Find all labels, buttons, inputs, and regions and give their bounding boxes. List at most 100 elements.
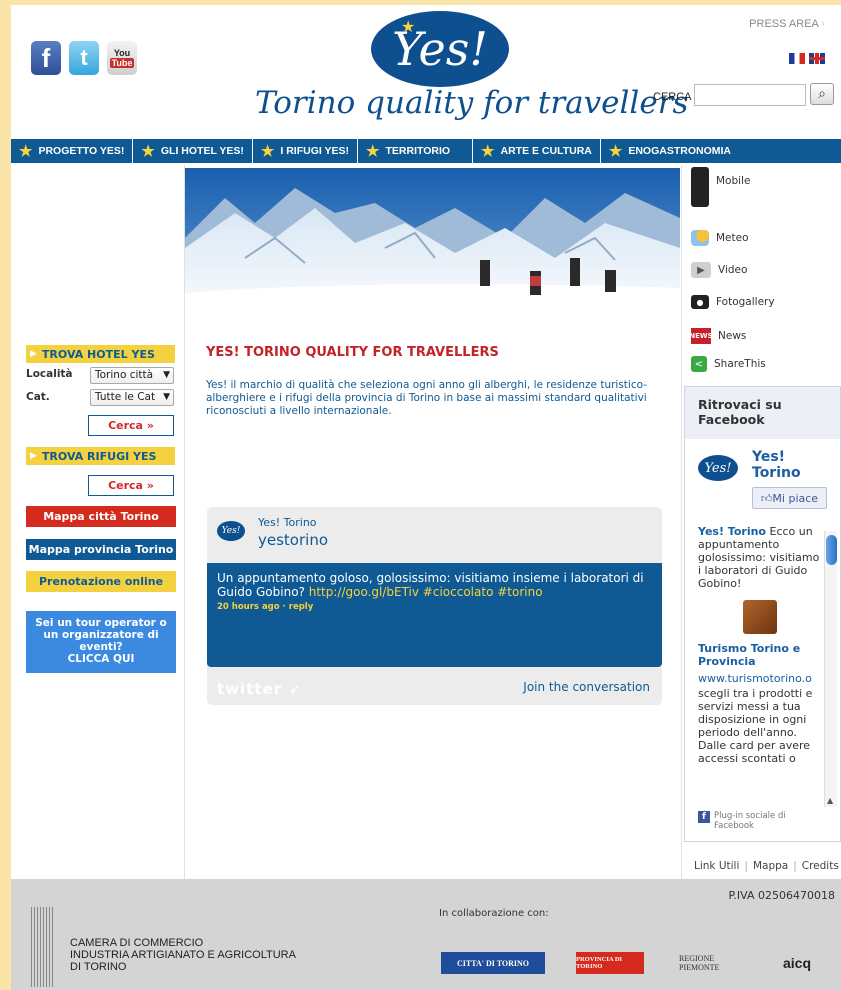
facebook-avatar[interactable]: Yes! [698,455,738,481]
localita-label: Località [26,368,73,380]
intro-text: Yes! il marchio di qualità che seleziona… [206,379,648,417]
tweet-meta[interactable]: 20 hours ago · reply [217,600,652,614]
press-area-link[interactable]: PRESS AREA › [749,18,825,30]
arrow-right-icon: ▶ [30,451,37,461]
uk-flag-icon[interactable] [809,53,825,64]
cerca-hotel-button[interactable]: Cerca » [88,415,174,436]
meteo-link[interactable]: Meteo [691,230,749,246]
search-button[interactable]: ⌕ [810,83,834,105]
twitter-name[interactable]: Yes! Torino [258,516,317,529]
search-input[interactable] [694,84,806,106]
post-author[interactable]: Yes! Torino [698,525,766,538]
fotogallery-link[interactable]: ● Fotogallery [691,295,775,309]
twitter-avatar[interactable]: Yes! [217,521,245,541]
facebook-page-name[interactable]: Yes! Torino [752,449,832,481]
twitter-icon[interactable]: t [69,41,99,75]
phone-icon [691,167,709,207]
post-url[interactable]: www.turismotorino.o [698,672,821,685]
french-flag-icon[interactable] [789,53,805,64]
camera-line: INDUSTRIA ARTIGIANATO E AGRICOLTURA [70,949,296,961]
mappa-provincia-button[interactable]: Mappa provincia Torino [26,539,176,560]
nav-label: I RIFUGI YES! [280,145,350,157]
facebook-widget-title: Ritrovaci su Facebook [685,387,840,439]
twitter-handle[interactable]: yestorino [258,531,328,549]
youtube-glyph-top: You [113,48,131,58]
collaboration-label: In collaborazione con: [439,908,549,919]
provincia-torino-logo[interactable]: PROVINCIA DI TORINO [576,952,644,974]
cat-label: Cat. [26,391,50,403]
post-title[interactable]: Turismo Torino e Provincia [698,642,821,668]
tweet-link[interactable]: http://goo.gl/bETiv #cioccolato #torino [309,585,543,599]
nav-progetto-yes[interactable]: ★ PROGETTO YES! [11,139,134,163]
cat-value: Tutte le Cat [95,391,156,403]
mappa-citta-button[interactable]: Mappa città Torino [26,506,176,527]
post-text: scegli tra i prodotti e servizi messi a … [698,687,813,765]
nav-i-rifugi-yes[interactable]: ★ I RIFUGI YES! [253,139,359,163]
youtube-icon[interactable]: You Tube [107,41,137,75]
facebook-small-icon: f [698,811,710,823]
link-utili[interactable]: Link Utili [694,860,739,872]
like-label: Mi piace [772,491,819,505]
sharethis-link[interactable]: < ShareThis [691,356,766,372]
trova-hotel-title: TROVA HOTEL YES [41,347,155,361]
cat-select[interactable]: Tutte le Cat ▼ [90,389,174,406]
twitter-glyph: t [80,45,88,70]
nav-gli-hotel-yes[interactable]: ★ GLI HOTEL YES! [133,139,253,163]
link-credits[interactable]: Credits [802,860,839,872]
language-flags [789,53,825,64]
chevron-right-icon: › [821,18,825,30]
fotogallery-label: Fotogallery [716,296,775,308]
footer-links: Link Utili | Mappa | Credits [694,860,839,872]
facebook-plugin-footer: f Plug-in sociale di Facebook [698,811,824,831]
like-button[interactable]: 👍︎ Mi piace [752,487,827,509]
facebook-widget: Ritrovaci su Facebook Yes! Yes! Torino 👍… [684,386,841,842]
search-label: CERCA [653,91,692,103]
post-thumbnail[interactable] [742,600,777,634]
search-icon: ⌕ [818,86,826,102]
nav-label: ARTE E CULTURA [500,145,592,157]
mobile-link[interactable]: Mobile [691,167,750,207]
prenotazione-button[interactable]: Prenotazione online [26,571,176,592]
logo-star-icon: ★ [401,17,416,36]
footer: P.IVA 02506470018 CAMERA DI COMMERCIO IN… [11,879,841,990]
yes-logo[interactable]: ★ Yes! [371,11,509,87]
camera-commercio-text[interactable]: CAMERA DI COMMERCIO INDUSTRIA ARTIGIANAT… [70,937,296,973]
video-link[interactable]: ▶ Video [691,262,747,278]
twitter-logo[interactable]: twitter ➶ [217,680,302,698]
tour-line: eventi? [79,641,123,653]
star-icon: ★ [608,143,623,160]
nav-enogastronomia[interactable]: ★ ENOGASTRONOMIA [601,139,739,163]
localita-select[interactable]: Torino città ▼ [90,367,174,384]
facebook-glyph: f [41,42,51,73]
scroll-thumb[interactable] [826,535,837,565]
video-icon: ▶ [691,262,711,278]
tour-line: Sei un tour operator o [35,617,167,629]
link-mappa[interactable]: Mappa [753,860,788,872]
scroll-down-icon[interactable]: ▲ [827,796,833,805]
plugin-text: Plug-in sociale di Facebook [714,811,786,831]
nav-label: PROGETTO YES! [38,145,125,157]
thumbs-up-icon: 👍︎ [760,491,773,505]
feed-scrollbar[interactable]: ▲ [824,531,837,807]
regione-piemonte-logo[interactable]: REGIONE PIEMONTE [679,952,741,974]
nav-territorio[interactable]: ★ TERRITORIO [358,139,474,163]
tour-operator-button[interactable]: Sei un tour operator o un organizzatore … [26,611,176,673]
sharethis-label: ShareThis [714,358,766,370]
aicq-logo[interactable]: aicq [769,952,825,974]
news-label: News [718,330,747,342]
nav-arte-e-cultura[interactable]: ★ ARTE E CULTURA [473,139,601,163]
citta-torino-logo[interactable]: CITTA' DI TORINO [441,952,545,974]
camera-line: CAMERA DI COMMERCIO [70,937,204,949]
weather-icon [691,230,709,246]
video-label: Video [718,264,748,276]
news-link[interactable]: NEWS News [689,328,747,344]
camera-commercio-logo[interactable] [31,907,53,987]
cerca-rifugi-button[interactable]: Cerca » [88,475,174,496]
separator: | [793,860,797,872]
facebook-icon[interactable]: f [31,41,61,75]
camera-line: DI TORINO [70,961,127,973]
separator: | [744,860,748,872]
column-divider [681,165,682,880]
join-conversation-link[interactable]: Join the conversation [523,680,650,694]
mountain-photo [185,168,680,331]
